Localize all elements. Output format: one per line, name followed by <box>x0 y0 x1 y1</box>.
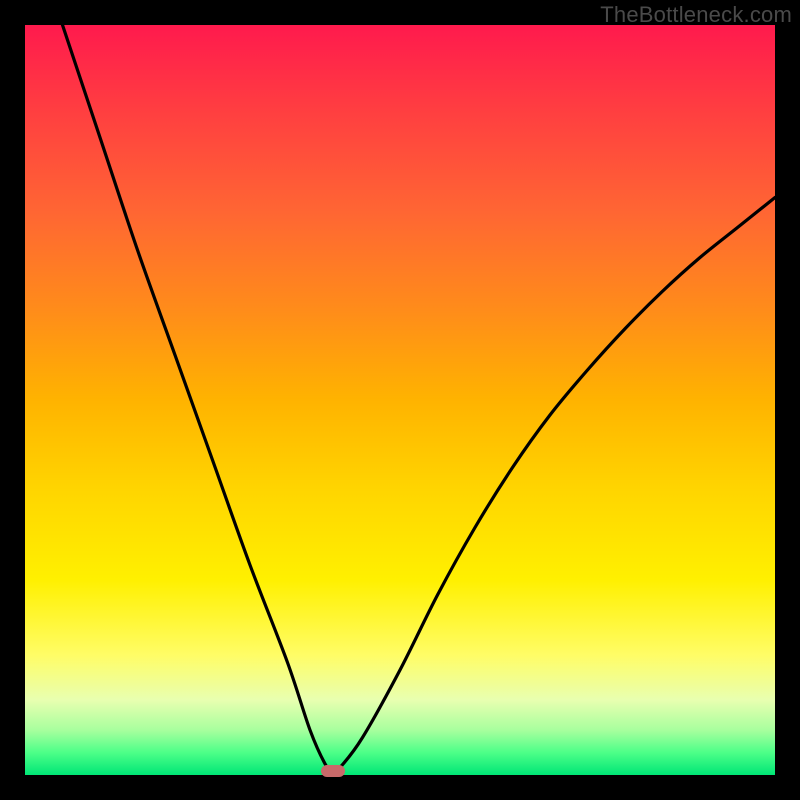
chart-frame <box>25 25 775 775</box>
minimum-marker <box>321 765 345 777</box>
watermark-text: TheBottleneck.com <box>600 2 792 28</box>
curve-svg <box>25 25 775 775</box>
bottleneck-curve <box>63 25 776 772</box>
